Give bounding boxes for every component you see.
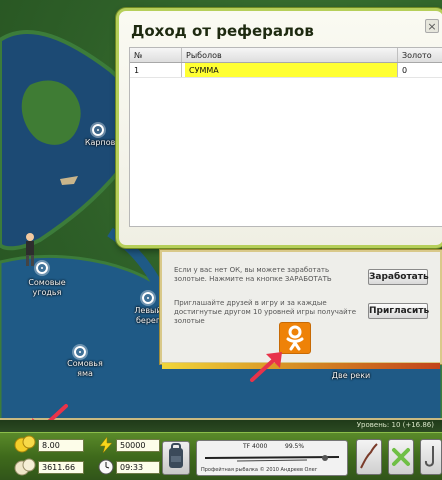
invite-button[interactable]: Пригласить [368,303,429,319]
rod-name: TF 4000 [243,443,268,450]
column-header-gold[interactable]: Золото [398,48,442,62]
backpack-button[interactable] [162,441,190,475]
earn-gold-panel: Если у вас нет ОК, вы можете заработать … [160,250,442,369]
location-label-somovya-yama[interactable]: Сомовья яма [60,359,110,379]
silver-coins-icon [14,458,36,476]
column-header-num[interactable]: № [130,48,182,62]
hook-button[interactable] [420,439,442,475]
table-header: № Рыболов Золото [130,48,442,63]
gold-balance: 8.00 [38,439,84,452]
fishing-line-icon [360,443,378,469]
silver-balance: 3611.66 [38,461,84,474]
row-num: 1 [130,63,182,77]
earn-description: Если у вас нет ОК, вы можете заработать … [174,266,332,283]
dialog-title: Доход от рефералов [131,22,314,40]
location-label-somovye-ugodya[interactable]: Сомовые угодья [22,278,72,298]
fishing-rod-icon [204,455,340,462]
location-label-dve-reki[interactable]: Две реки [326,371,376,381]
fisherman-icon [26,233,34,266]
location-marker-icon[interactable] [142,292,154,304]
bottom-hud: 8.00 3611.66 50000 09:33 TF 4000 99.5% П… [0,432,442,480]
copyright-text: Профейтная рыбалка © 2010 Андреев Олег [201,467,318,473]
referral-table: № Рыболов Золото 1 СУММА 0 [129,47,442,227]
clock-icon [98,459,114,475]
hook-icon [424,446,434,467]
pointer-arrow-icon [250,352,282,382]
status-bar: Уровень: 10 (+16.86) [0,420,442,432]
close-icon[interactable]: × [425,19,439,33]
invite-description: Приглашайте друзей в игру и за каждые до… [174,299,357,325]
location-marker-icon[interactable] [74,346,86,358]
rod-panel[interactable]: TF 4000 99.5% Профейтная рыбалка © 2010 … [196,440,348,476]
column-header-fisher[interactable]: Рыболов [182,48,398,62]
earn-button[interactable]: Заработать [368,269,429,285]
level-indicator: Уровень: 10 (+16.86) [356,421,434,429]
location-marker-icon[interactable] [92,124,104,136]
table-row[interactable]: 1 СУММА 0 [130,63,442,78]
rod-condition: 99.5% [285,443,305,450]
cancel-button[interactable] [388,439,414,475]
row-fisher: СУММА [182,63,398,77]
line-tool-button[interactable] [356,439,382,475]
boat-icon [60,176,78,185]
backpack-icon [169,443,183,468]
energy-value: 50000 [116,439,160,452]
row-gold: 0 [398,63,442,77]
lightning-icon [99,437,113,453]
cross-icon [392,448,410,466]
game-time: 09:33 [116,461,160,474]
gold-coins-icon [14,435,36,453]
referral-income-dialog: Доход от рефералов × № Рыболов Золото 1 … [116,8,442,248]
